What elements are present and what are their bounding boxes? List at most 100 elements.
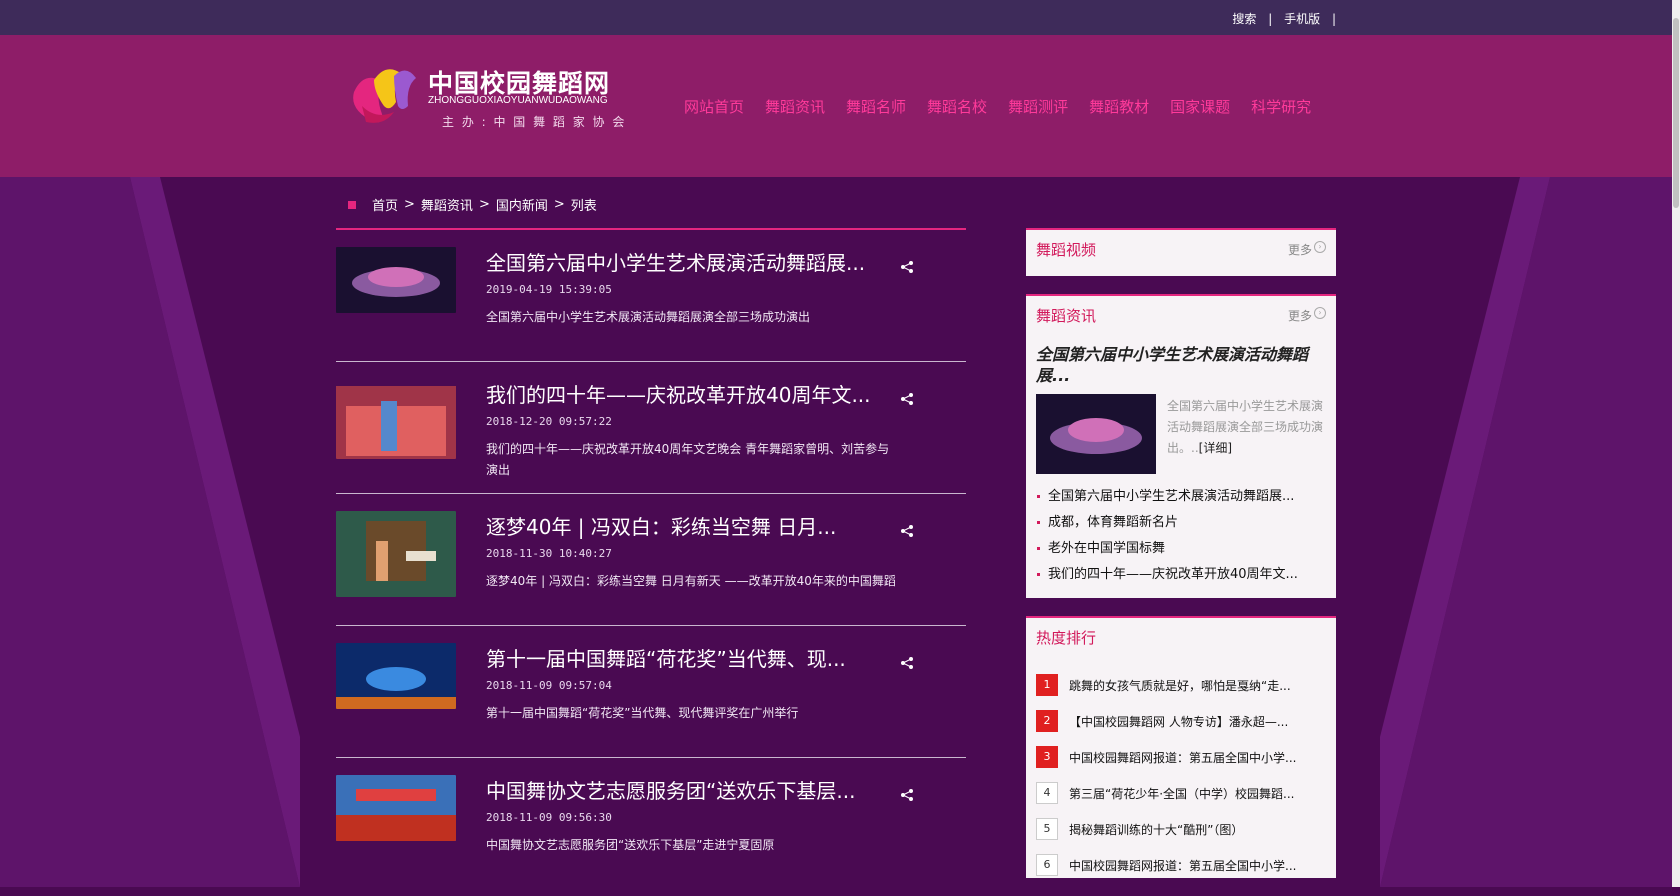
- search-link[interactable]: 搜索: [1232, 12, 1256, 26]
- breadcrumb-domestic[interactable]: 国内新闻: [496, 195, 548, 214]
- breadcrumb-sep: >: [478, 197, 490, 212]
- share-icon[interactable]: [900, 524, 914, 538]
- more-label: 更多: [1287, 243, 1312, 257]
- nav-item-teachers[interactable]: 舞蹈名师: [846, 96, 906, 117]
- rank-item[interactable]: 2 【中国校园舞蹈网 人物专访】潘永超—...: [1036, 704, 1326, 740]
- panel-title: 热度排行: [1036, 629, 1097, 647]
- panel-title[interactable]: 舞蹈资讯: [1036, 305, 1096, 326]
- rank-title[interactable]: 中国校园舞蹈网报道：第五届全国中小学...: [1069, 857, 1309, 874]
- article-title[interactable]: 第十一届中国舞蹈“荷花奖”当代舞、现...: [486, 643, 846, 672]
- share-icon[interactable]: [900, 788, 914, 802]
- article-title[interactable]: 全国第六届中小学生艺术展演活动舞蹈展...: [486, 247, 865, 276]
- rank-item[interactable]: 6 中国校园舞蹈网报道：第五届全国中小学...: [1036, 848, 1326, 884]
- article-thumbnail[interactable]: [336, 775, 456, 841]
- nav-item-textbooks[interactable]: 舞蹈教材: [1089, 96, 1149, 117]
- list-item[interactable]: 第十一届中国舞蹈“荷花奖”当代舞、现... 2018-11-09 09:57:0…: [336, 626, 966, 758]
- share-icon[interactable]: [900, 392, 914, 406]
- article-summary: 全国第六届中小学生艺术展演活动舞蹈展演全部三场成功演出: [486, 310, 811, 324]
- list-item[interactable]: 我们的四十年——庆祝改革开放40周年文...: [1036, 562, 1336, 588]
- breadcrumb: 首页 > 舞蹈资讯 > 国内新闻 > 列表: [348, 195, 597, 214]
- chevron-right-icon: ›: [1314, 307, 1326, 319]
- nav-item-assessment[interactable]: 舞蹈测评: [1008, 96, 1068, 117]
- top-bar: 搜索 | 手机版 |: [0, 0, 1680, 35]
- divider: |: [1331, 12, 1336, 26]
- rank-number: 5: [1036, 818, 1058, 840]
- scrollbar-thumb[interactable]: [1673, 18, 1679, 208]
- sidebar: 舞蹈视频 更多 › 舞蹈资讯 更多 › 全国第六届中小学生艺术展演活动舞蹈展... …: [1026, 228, 1336, 896]
- rank-title[interactable]: 揭秘舞蹈训练的十大“酷刑”（图）: [1069, 821, 1309, 838]
- news-panel: 舞蹈资讯 更多 › 全国第六届中小学生艺术展演活动舞蹈展... 全国第六届中小学生…: [1026, 294, 1336, 598]
- breadcrumb-marker-icon: [348, 200, 356, 209]
- rank-list: 1 跳舞的女孩气质就是好，哪怕是戛纳“走... 2 【中国校园舞蹈网 人物专访】潘永…: [1026, 656, 1336, 884]
- featured-summary: 全国第六届中小学生艺术展演活动舞蹈展演全部三场成功演出。..[详细]: [1167, 396, 1327, 459]
- article-date: 2018-11-09 09:56:30: [486, 811, 612, 824]
- list-item[interactable]: 逐梦40年 | 冯双白：彩练当空舞 日月... 2018-11-30 10:40…: [336, 494, 966, 626]
- news-list: 全国第六届中小学生艺术展演活动舞蹈展... 成都，体育舞蹈新名片 老外在中国学国…: [1026, 484, 1336, 598]
- detail-link[interactable]: [详细]: [1199, 441, 1232, 455]
- more-link[interactable]: 更多 ›: [1288, 241, 1326, 258]
- share-icon[interactable]: [900, 260, 914, 274]
- list-item[interactable]: 全国第六届中小学生艺术展演活动舞蹈展... 2019-04-19 15:39:0…: [336, 230, 966, 362]
- article-thumbnail[interactable]: [336, 511, 456, 597]
- chevron-right-icon: ›: [1314, 241, 1326, 253]
- rank-title[interactable]: 【中国校园舞蹈网 人物专访】潘永超—...: [1069, 713, 1309, 730]
- featured-row: 全国第六届中小学生艺术展演活动舞蹈展演全部三场成功演出。..[详细]: [1036, 394, 1326, 474]
- more-label: 更多: [1287, 309, 1312, 323]
- nav-item-schools[interactable]: 舞蹈名校: [927, 96, 987, 117]
- nav-item-research[interactable]: 科学研究: [1251, 96, 1311, 117]
- list-item[interactable]: 老外在中国学国标舞: [1036, 536, 1336, 562]
- rank-item[interactable]: 1 跳舞的女孩气质就是好，哪怕是戛纳“走...: [1036, 668, 1326, 704]
- article-thumbnail[interactable]: [336, 247, 456, 313]
- site-pinyin: ZHONGGUOXIAOYUANWUDAOWANG: [428, 95, 608, 106]
- article-summary: 我们的四十年——庆祝改革开放40周年文艺晚会 青年舞蹈家曾明、刘苦参与演出: [486, 442, 890, 477]
- scrollbar[interactable]: [1672, 0, 1680, 887]
- article-summary: 中国舞协文艺志愿服务团“送欢乐下基层”走进宁夏固原: [486, 838, 775, 852]
- panel-header: 舞蹈视频 更多 ›: [1026, 230, 1336, 268]
- nav-item-news[interactable]: 舞蹈资讯: [765, 96, 825, 117]
- share-icon[interactable]: [900, 656, 914, 670]
- featured-thumbnail[interactable]: [1036, 394, 1156, 474]
- panel-title[interactable]: 舞蹈视频: [1036, 239, 1096, 260]
- breadcrumb-news[interactable]: 舞蹈资讯: [421, 195, 473, 214]
- article-date: 2019-04-19 15:39:05: [486, 283, 612, 296]
- divider: |: [1268, 12, 1273, 26]
- mobile-link[interactable]: 手机版: [1284, 12, 1320, 26]
- video-panel: 舞蹈视频 更多 ›: [1026, 228, 1336, 276]
- rank-item[interactable]: 4 第三届“荷花少年·全国（中学）校园舞蹈...: [1036, 776, 1326, 812]
- list-item[interactable]: 我们的四十年——庆祝改革开放40周年文... 2018-12-20 09:57:…: [336, 362, 966, 494]
- more-link[interactable]: 更多 ›: [1288, 307, 1326, 324]
- article-list: 全国第六届中小学生艺术展演活动舞蹈展... 2019-04-19 15:39:0…: [336, 228, 966, 889]
- breadcrumb-current: 列表: [570, 199, 597, 214]
- rank-number: 2: [1036, 710, 1058, 732]
- article-title[interactable]: 我们的四十年——庆祝改革开放40周年文...: [486, 379, 871, 408]
- rank-panel: 热度排行 1 跳舞的女孩气质就是好，哪怕是戛纳“走... 2 【中国校园舞蹈网 人物…: [1026, 616, 1336, 878]
- breadcrumb-home[interactable]: 首页: [372, 195, 398, 214]
- stage-decoration-right: [1380, 177, 1680, 887]
- site-host: 主 办 : 中 国 舞 蹈 家 协 会: [442, 115, 627, 129]
- article-thumbnail[interactable]: [336, 379, 456, 459]
- main-nav: 网站首页 舞蹈资讯 舞蹈名师 舞蹈名校 舞蹈测评 舞蹈教材 国家课题 科学研究: [684, 96, 1311, 117]
- stage-decoration-left: [0, 177, 300, 887]
- rank-item[interactable]: 5 揭秘舞蹈训练的十大“酷刑”（图）: [1036, 812, 1326, 848]
- breadcrumb-sep: >: [404, 197, 415, 212]
- article-date: 2018-12-20 09:57:22: [486, 415, 612, 428]
- article-title[interactable]: 中国舞协文艺志愿服务团“送欢乐下基层...: [486, 775, 855, 804]
- rank-number: 4: [1036, 782, 1058, 804]
- rank-title[interactable]: 中国校园舞蹈网报道：第五届全国中小学...: [1069, 749, 1309, 766]
- list-item[interactable]: 全国第六届中小学生艺术展演活动舞蹈展...: [1036, 484, 1336, 510]
- nav-item-projects[interactable]: 国家课题: [1170, 96, 1230, 117]
- rank-title[interactable]: 跳舞的女孩气质就是好，哪怕是戛纳“走...: [1069, 677, 1309, 694]
- list-item[interactable]: 中国舞协文艺志愿服务团“送欢乐下基层... 2018-11-09 09:56:3…: [336, 758, 966, 889]
- rank-item[interactable]: 3 中国校园舞蹈网报道：第五届全国中小学...: [1036, 740, 1326, 776]
- article-summary: 逐梦40年 | 冯双白：彩练当空舞 日月有新天 ——改革开放40年来的中国舞蹈: [486, 574, 896, 588]
- article-title[interactable]: 逐梦40年 | 冯双白：彩练当空舞 日月...: [486, 511, 836, 540]
- rank-number: 6: [1036, 854, 1058, 876]
- article-date: 2018-11-30 10:40:27: [486, 547, 612, 560]
- panel-header: 热度排行: [1026, 618, 1336, 656]
- featured-title[interactable]: 全国第六届中小学生艺术展演活动舞蹈展...: [1036, 344, 1326, 386]
- article-thumbnail[interactable]: [336, 643, 456, 709]
- featured-desc: 全国第六届中小学生艺术展演活动舞蹈展演全部三场成功演出。..: [1167, 399, 1324, 455]
- list-item[interactable]: 成都，体育舞蹈新名片: [1036, 510, 1336, 536]
- rank-title[interactable]: 第三届“荷花少年·全国（中学）校园舞蹈...: [1069, 785, 1309, 802]
- nav-item-home[interactable]: 网站首页: [684, 96, 744, 117]
